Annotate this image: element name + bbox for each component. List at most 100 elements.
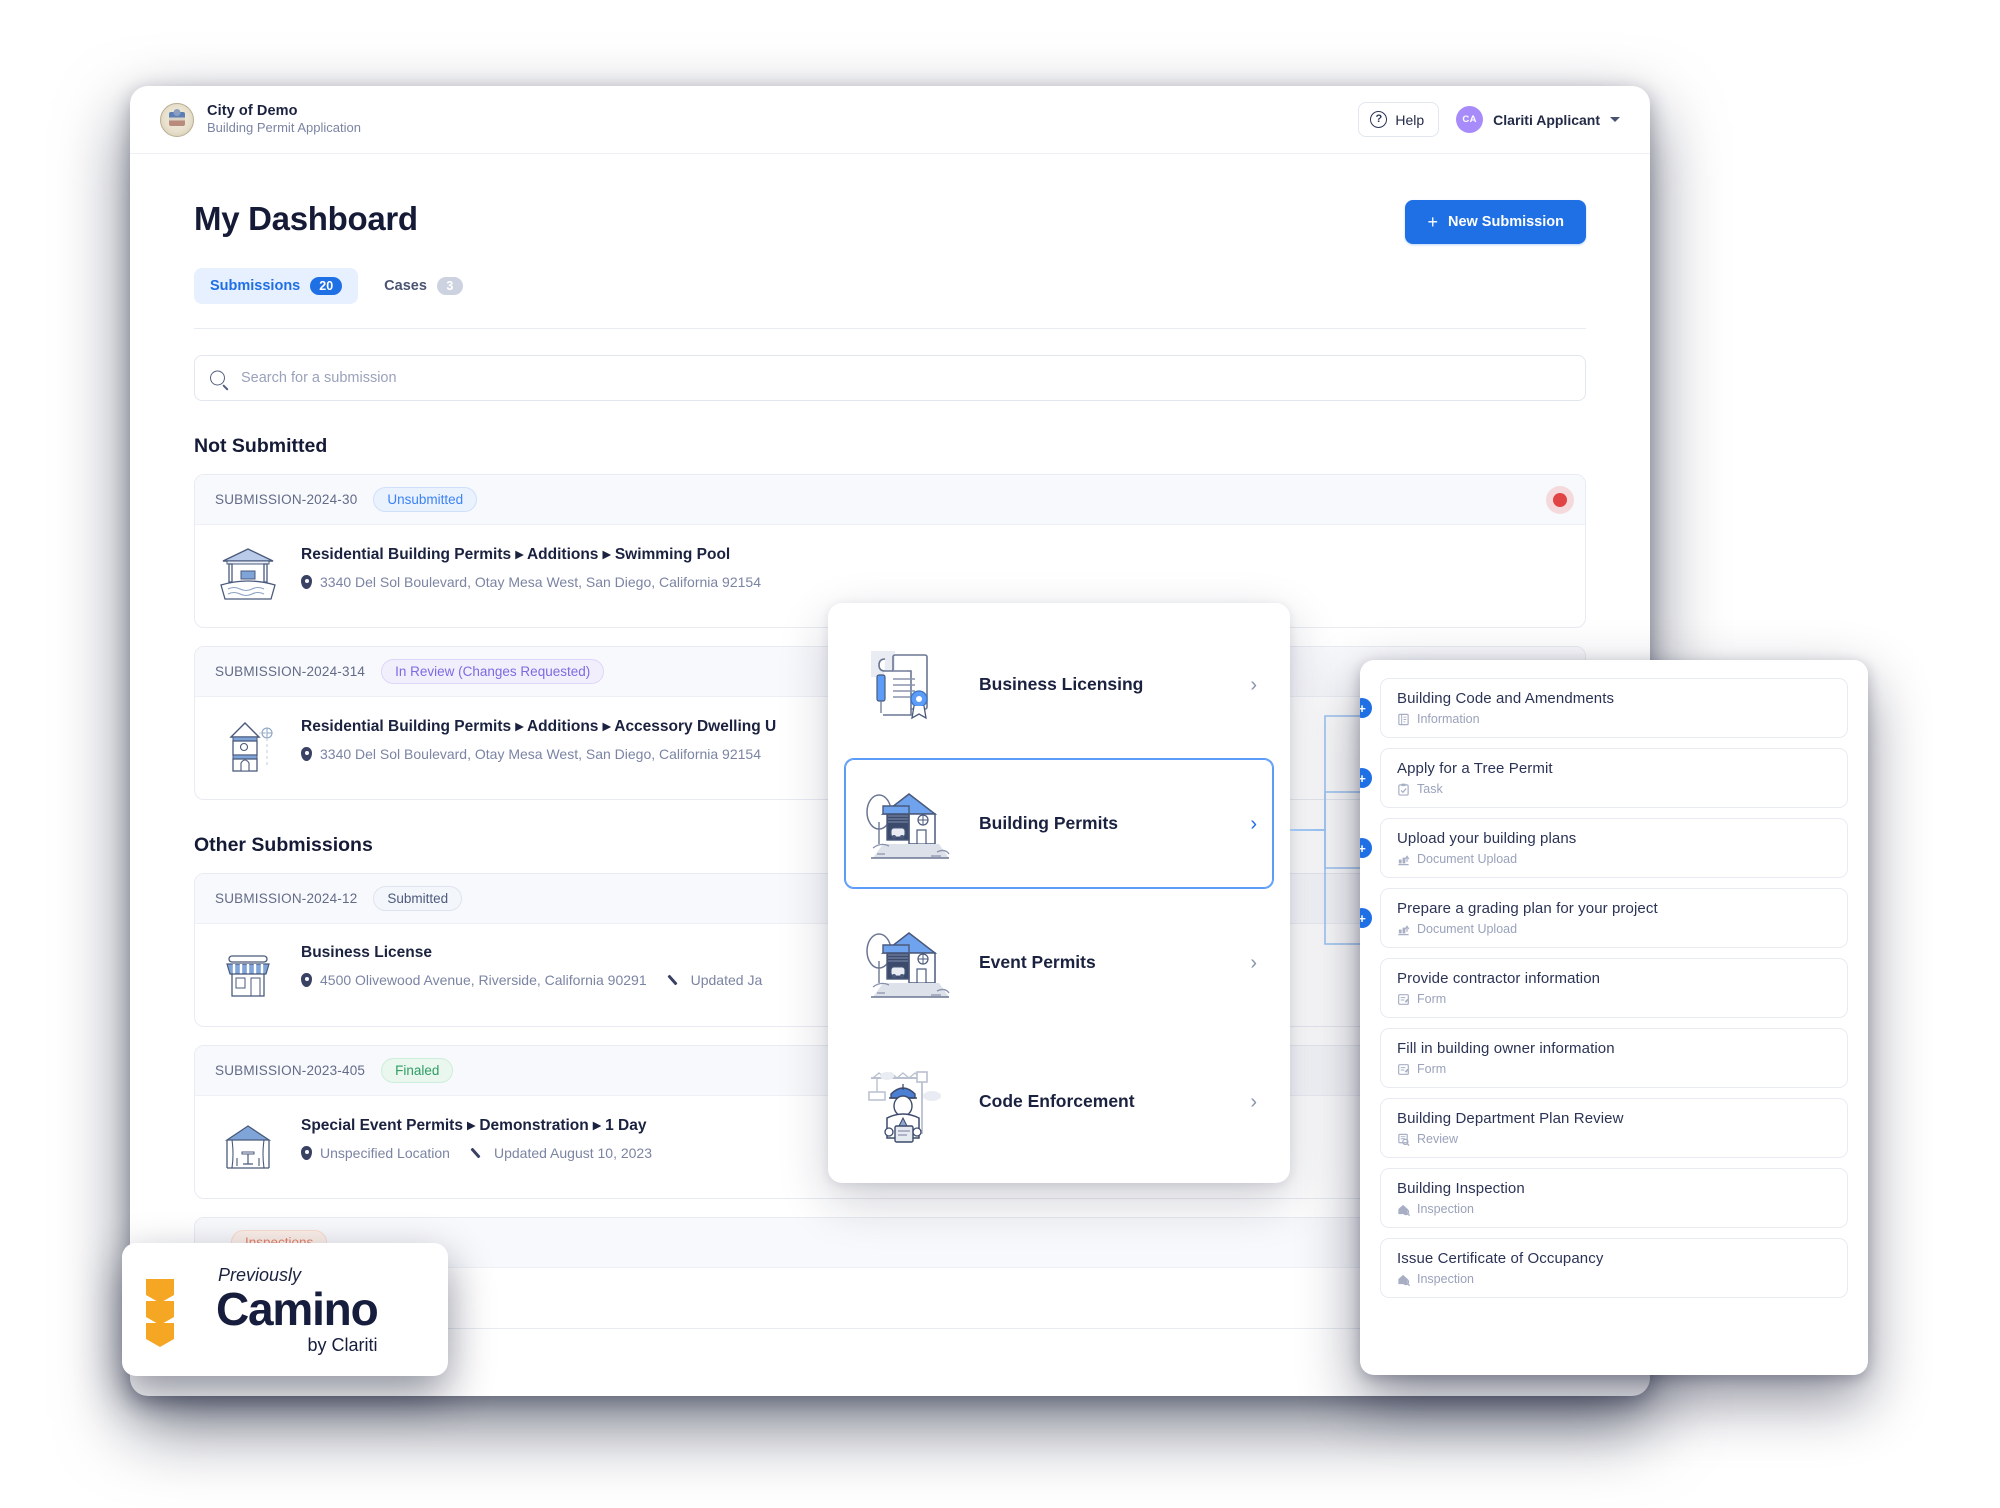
add-step-node-icon[interactable]: + — [1360, 768, 1372, 788]
workflow-item-type: Review — [1417, 1132, 1458, 1146]
camino-badge: Previously Camino by Clariti — [122, 1243, 448, 1376]
storefront-icon — [215, 940, 281, 1006]
question-mark-icon: ? — [1370, 111, 1388, 128]
submission-location: 4500 Olivewood Avenue, Riverside, Califo… — [320, 972, 647, 988]
workflow-item[interactable]: + Apply for a Tree Permit Task — [1360, 748, 1848, 808]
workflow-item[interactable]: Issue Certificate of Occupancy Inspectio… — [1380, 1238, 1848, 1298]
submission-id: SUBMISSION-2023-405 — [215, 1063, 366, 1078]
information-icon — [1398, 713, 1409, 725]
workflow-panel: + Building Code and Amendments Informati… — [1360, 660, 1868, 1375]
page-title: My Dashboard — [194, 200, 418, 237]
chevron-right-icon: › — [1250, 951, 1257, 974]
pool-icon — [215, 541, 281, 607]
tab-submissions[interactable]: Submissions 20 — [194, 268, 359, 304]
house-garage-icon — [857, 917, 961, 1009]
workflow-item-title: Building Code and Amendments — [1397, 690, 1615, 707]
status-badge: In Review (Changes Requested) — [381, 659, 605, 684]
chevron-right-icon: › — [1250, 812, 1257, 835]
workflow-item[interactable]: + Prepare a grading plan for your projec… — [1360, 888, 1848, 948]
dashboard-tabs: Submissions 20 Cases 3 — [194, 268, 1586, 304]
user-name: Clariti Applicant — [1493, 111, 1600, 128]
add-step-node-icon[interactable]: + — [1360, 698, 1372, 718]
camino-logo-icon — [144, 1273, 202, 1347]
workflow-item-type: Document Upload — [1417, 852, 1518, 866]
category-label: Code Enforcement — [979, 1091, 1135, 1111]
category-label: Event Permits — [979, 952, 1096, 972]
workflow-item[interactable]: + Building Code and Amendments Informati… — [1360, 678, 1848, 738]
workflow-item-title: Building Department Plan Review — [1397, 1110, 1624, 1127]
location-pin-icon — [301, 575, 312, 589]
workflow-item[interactable]: Building Inspection Inspection — [1380, 1168, 1848, 1228]
submission-updated: Updated August 10, 2023 — [493, 1145, 653, 1161]
screenshot-stage: City of Demo Building Permit Application… — [0, 0, 2000, 1508]
workflow-item[interactable]: Provide contractor information Form — [1380, 958, 1848, 1018]
submission-id: SUBMISSION-2024-30 — [215, 492, 358, 507]
task-icon — [1398, 783, 1409, 796]
tab-cases-label: Cases — [384, 278, 427, 294]
workflow-item-type: Inspection — [1417, 1202, 1474, 1216]
workflow-item[interactable]: Fill in building owner information Form — [1380, 1028, 1848, 1088]
location-pin-icon — [301, 747, 312, 761]
inspection-icon — [1398, 1274, 1410, 1286]
category-item-building-permits[interactable]: Building Permits › — [844, 758, 1274, 889]
tab-cases-count: 3 — [436, 277, 463, 295]
category-item-business-licensing[interactable]: Business Licensing › — [844, 619, 1274, 750]
workflow-item-type: Information — [1417, 712, 1480, 726]
tab-submissions-label: Submissions — [210, 278, 301, 294]
submission-location: 3340 Del Sol Boulevard, Otay Mesa West, … — [320, 746, 761, 762]
submission-title: Business License — [301, 944, 432, 961]
camino-name: Camino — [216, 1282, 379, 1335]
upload-icon — [1398, 854, 1410, 865]
org-name: City of Demo — [207, 103, 298, 120]
workflow-item-title: Fill in building owner information — [1397, 1040, 1615, 1057]
location-pin-icon — [301, 1146, 312, 1160]
status-badge: Finaled — [381, 1058, 454, 1083]
workflow-item-type: Task — [1417, 782, 1443, 796]
workflow-item[interactable]: Building Department Plan Review Review — [1380, 1098, 1848, 1158]
submission-location: 3340 Del Sol Boulevard, Otay Mesa West, … — [320, 574, 761, 590]
plus-icon: + — [1427, 212, 1438, 232]
pencil-icon — [472, 1146, 486, 1160]
workflow-item-title: Prepare a grading plan for your project — [1397, 900, 1658, 917]
submission-updated: Updated Ja — [690, 972, 763, 988]
submission-id: SUBMISSION-2024-12 — [215, 891, 358, 906]
tab-cases[interactable]: Cases 3 — [368, 268, 479, 304]
review-icon — [1398, 1133, 1410, 1146]
submission-id: SUBMISSION-2024-314 — [215, 664, 366, 679]
add-step-node-icon[interactable]: + — [1360, 838, 1372, 858]
camino-by-label: by Clariti — [307, 1334, 378, 1355]
workflow-item-title: Upload your building plans — [1397, 830, 1577, 847]
new-submission-button[interactable]: + New Submission — [1405, 200, 1586, 244]
adu-icon — [215, 713, 281, 779]
search-input[interactable] — [194, 355, 1586, 401]
workflow-item-title: Apply for a Tree Permit — [1397, 760, 1553, 777]
category-item-event-permits[interactable]: Event Permits › — [844, 897, 1274, 1028]
form-icon — [1398, 993, 1409, 1005]
inspection-icon — [1398, 1204, 1410, 1216]
submission-title: Residential Building Permits ▸ Additions… — [301, 546, 731, 563]
submission-title: Residential Building Permits ▸ Additions… — [301, 718, 777, 735]
category-item-code-enforcement[interactable]: Code Enforcement › — [844, 1036, 1274, 1167]
brand: City of Demo Building Permit Application — [160, 102, 361, 137]
user-menu[interactable]: CA Clariti Applicant — [1456, 106, 1620, 133]
header-divider — [194, 328, 1586, 329]
add-step-node-icon[interactable]: + — [1360, 908, 1372, 928]
inspector-crane-icon — [857, 1056, 961, 1148]
chevron-right-icon: › — [1250, 673, 1257, 696]
workflow-item[interactable]: + Upload your building plans Document Up… — [1360, 818, 1848, 878]
workflow-item-type: Inspection — [1417, 1272, 1474, 1286]
alert-dot-icon — [1553, 493, 1567, 507]
location-pin-icon — [301, 973, 312, 987]
app-name: Building Permit Application — [207, 120, 361, 136]
city-seal-icon — [160, 102, 194, 137]
status-badge: Submitted — [373, 886, 463, 911]
tent-icon — [215, 1112, 281, 1178]
chevron-down-icon — [1610, 117, 1620, 122]
new-submission-label: New Submission — [1447, 214, 1564, 230]
app-header: City of Demo Building Permit Application… — [130, 86, 1650, 154]
workflow-item-type: Document Upload — [1417, 922, 1518, 936]
help-button[interactable]: ? Help — [1358, 102, 1440, 137]
workflow-item-type: Form — [1417, 992, 1447, 1006]
tab-submissions-count: 20 — [310, 277, 343, 295]
help-label: Help — [1395, 111, 1425, 128]
